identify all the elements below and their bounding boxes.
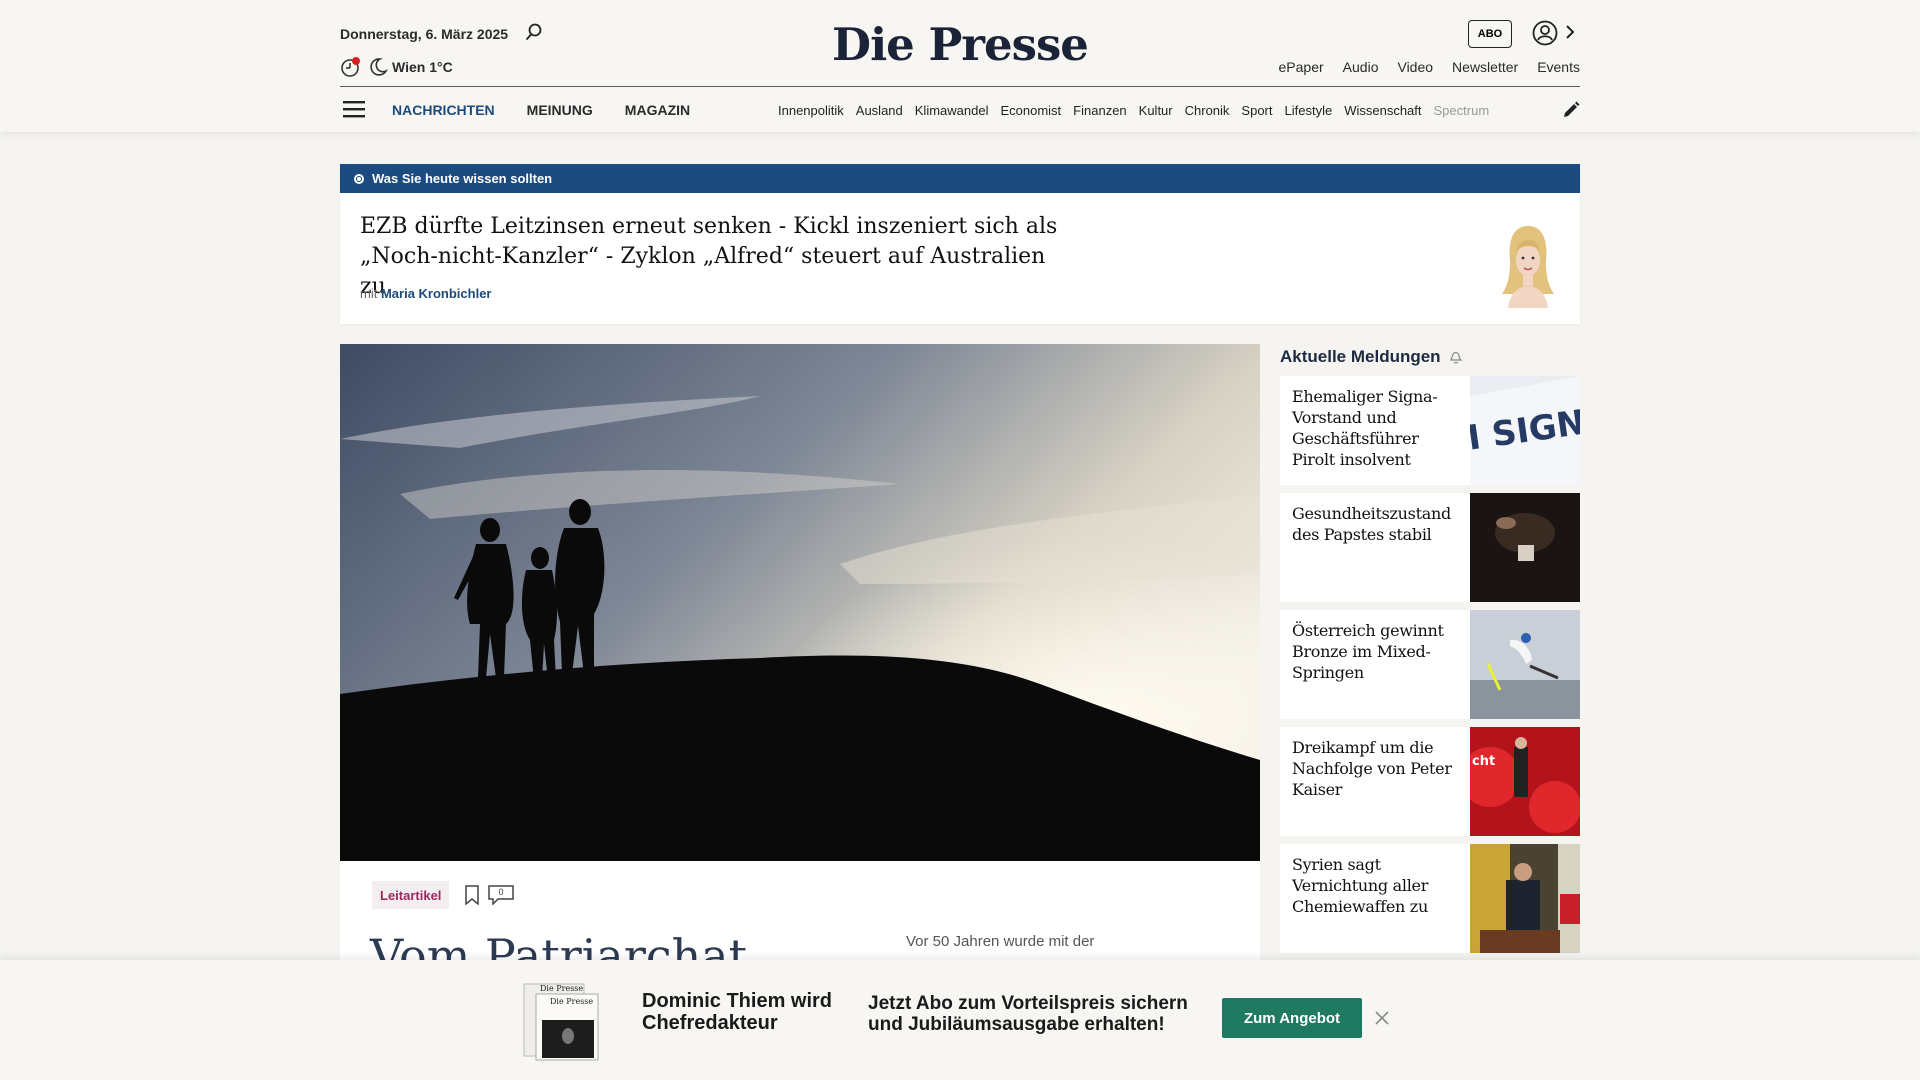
link-newsletter[interactable]: Newsletter: [1452, 59, 1518, 75]
news-list: Ehemaliger Signa-Vorstand und Geschäftsf…: [1280, 376, 1580, 953]
nav-meinung[interactable]: MEINUNG: [527, 102, 593, 118]
nav-kultur[interactable]: Kultur: [1139, 103, 1173, 118]
nav-finanzen[interactable]: Finanzen: [1073, 103, 1126, 118]
author-avatar: [1502, 226, 1554, 308]
daily-briefing-teaser[interactable]: Was Sie heute wissen sollten EZB dürfte …: [340, 164, 1580, 324]
nav-wissenschaft[interactable]: Wissenschaft: [1344, 103, 1421, 118]
news-item-text: Dreikampf um die Nachfolge von Peter Kai…: [1292, 738, 1452, 799]
category-badge[interactable]: Leitartikel: [372, 881, 450, 909]
live-dot-icon: [354, 173, 364, 184]
nav-innenpolitik[interactable]: Innenpolitik: [778, 103, 844, 118]
news-item-signa[interactable]: Ehemaliger Signa-Vorstand und Geschäftsf…: [1280, 376, 1580, 485]
bell-icon[interactable]: [1447, 349, 1463, 365]
nav-klimawandel[interactable]: Klimawandel: [915, 103, 989, 118]
promo-offer-text: Jetzt Abo zum Vorteilspreis sichern und …: [868, 993, 1188, 1035]
news-item-papst[interactable]: Gesundheitszustand des Papstes stabil: [1280, 493, 1580, 602]
site-header: Donnerstag, 6. März 2025 Wien 1°C Die Pr…: [0, 0, 1920, 132]
news-thumbnail: [1470, 493, 1580, 602]
news-thumbnail: cht: [1470, 727, 1580, 836]
news-item-text: Ehemaliger Signa-Vorstand und Geschäftsf…: [1292, 387, 1438, 469]
nav-economist[interactable]: Economist: [1000, 103, 1061, 118]
link-audio[interactable]: Audio: [1343, 59, 1379, 75]
teaser-bar: Was Sie heute wissen sollten: [340, 164, 1580, 193]
main-nav: NACHRICHTEN MEINUNG MAGAZIN: [392, 102, 690, 118]
chevron-right-icon[interactable]: [1564, 23, 1576, 41]
link-epaper[interactable]: ePaper: [1279, 59, 1324, 75]
hamburger-menu-icon[interactable]: [343, 100, 365, 118]
newspaper-promo-image: Die Presse Die Presse: [523, 983, 599, 1061]
nav-ausland[interactable]: Ausland: [856, 103, 903, 118]
section-nav: Innenpolitik Ausland Klimawandel Economi…: [778, 103, 1538, 118]
close-icon[interactable]: [1374, 1010, 1390, 1026]
abo-button[interactable]: ABO: [1468, 20, 1512, 48]
nav-nachrichten[interactable]: NACHRICHTEN: [392, 102, 495, 118]
comment-count: 0: [498, 887, 504, 897]
news-thumbnail: I SIGN: [1470, 376, 1580, 485]
utility-links: ePaper Audio Video Newsletter Events: [1279, 59, 1580, 75]
teaser-bar-label: Was Sie heute wissen sollten: [372, 171, 553, 186]
subscription-promo-banner: Die Presse Die Presse Dominic Thiem wird…: [0, 960, 1920, 1080]
promo-mini-logo: Die Presse: [540, 984, 583, 993]
pencil-icon[interactable]: [1562, 101, 1580, 119]
zum-angebot-button[interactable]: Zum Angebot: [1222, 998, 1362, 1038]
latest-news-sidebar: Aktuelle Meldungen Ehemaliger Signa-Vors…: [1280, 344, 1580, 961]
news-item-text: Gesundheitszustand des Papstes stabil: [1292, 504, 1451, 544]
news-thumbnail: [1470, 610, 1580, 719]
news-item-kaiser[interactable]: Dreikampf um die Nachfolge von Peter Kai…: [1280, 727, 1580, 836]
nav-lifestyle[interactable]: Lifestyle: [1285, 103, 1333, 118]
news-thumbnail: [1470, 844, 1580, 953]
news-item-text: Österreich gewinnt Bronze im Mixed-Sprin…: [1292, 621, 1444, 682]
promo-mini-logo-2: Die Presse: [550, 997, 593, 1006]
sidebar-title: Aktuelle Meldungen: [1280, 344, 1580, 370]
svg-text:cht: cht: [1472, 754, 1495, 769]
header-divider: [340, 86, 1580, 87]
article-lede: Vor 50 Jahren wurde mit der: [906, 933, 1095, 950]
news-item-text: Syrien sagt Vernichtung aller Chemiewaff…: [1292, 855, 1429, 916]
nav-magazin[interactable]: MAGAZIN: [625, 102, 690, 118]
hero-image[interactable]: [340, 344, 1260, 861]
user-account-icon[interactable]: [1532, 20, 1558, 46]
news-item-syrien[interactable]: Syrien sagt Vernichtung aller Chemiewaff…: [1280, 844, 1580, 953]
news-item-springen[interactable]: Österreich gewinnt Bronze im Mixed-Sprin…: [1280, 610, 1580, 719]
link-video[interactable]: Video: [1397, 59, 1433, 75]
link-events[interactable]: Events: [1537, 59, 1580, 75]
byline-prefix: mit: [360, 286, 378, 301]
nav-spectrum[interactable]: Spectrum: [1434, 103, 1490, 118]
nav-sport[interactable]: Sport: [1241, 103, 1272, 118]
sidebar-title-text: Aktuelle Meldungen: [1280, 347, 1441, 366]
nav-chronik[interactable]: Chronik: [1185, 103, 1230, 118]
byline-author[interactable]: Maria Kronbichler: [381, 286, 492, 301]
bookmark-icon[interactable]: [464, 885, 480, 905]
teaser-headline-line-1: EZB dürfte Leitzinsen erneut senken - Ki…: [360, 214, 1058, 239]
teaser-byline: mit Maria Kronbichler: [360, 286, 492, 301]
promo-headline: Dominic Thiem wird Chefredakteur: [642, 990, 833, 1034]
